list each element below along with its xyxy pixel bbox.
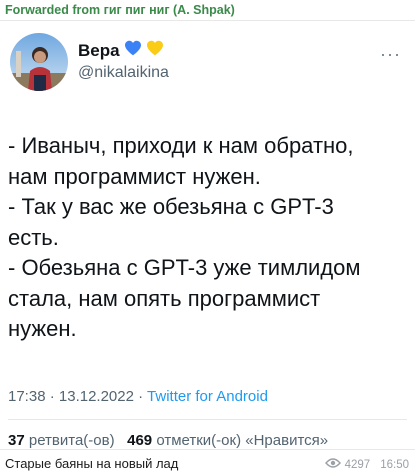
meta-separator: · (138, 388, 144, 405)
author-name[interactable]: Вера (78, 41, 120, 61)
likes-label: отметки(-ок) «Нравится» (156, 432, 329, 449)
message-time: 16:50 (380, 458, 409, 471)
author-name-row: Вера (78, 40, 164, 61)
tweet-stats: 37 ретвита(-ов) 469 отметки(-ок) «Нравит… (8, 432, 328, 449)
eye-icon (324, 458, 341, 471)
tweet-time: 17:38 (8, 388, 46, 405)
tweet-line: - Иваныч, приходи к нам обратно, (8, 133, 354, 158)
meta-separator: · (49, 388, 55, 405)
tweet-meta: 17:38 · 13.12.2022 · Twitter for Android (8, 388, 268, 405)
forwarded-from-header[interactable]: Forwarded from гиг пиг ниг (A. Shpak) (5, 3, 235, 17)
message-footer: 4297 16:50 (324, 458, 409, 471)
likes-stat[interactable]: 469 отметки(-ок) «Нравится» (127, 432, 328, 449)
likes-count: 469 (127, 432, 153, 449)
tweet-line: - Так у вас же обезьяна с GPT-3 (8, 194, 334, 219)
tweet-line: нам программист нужен. (8, 163, 261, 189)
tweet-line: - Обезьяна с GPT-3 уже тимлидом (8, 255, 361, 280)
tweet-text: - Иваныч, приходи к нам обратно, нам про… (8, 131, 410, 345)
tweet-date: 13.12.2022 (58, 388, 134, 405)
retweets-stat[interactable]: 37 ретвита(-ов) (8, 432, 115, 449)
tweet-line: нужен. (8, 316, 77, 341)
more-options-icon[interactable]: ··· (380, 45, 401, 63)
blue-heart-icon (124, 40, 142, 61)
tweet-source-link[interactable]: Twitter for Android (147, 388, 268, 405)
tweet-line: стала, нам опять программист (8, 285, 321, 311)
tweet-card[interactable]: Вера @nikalaikina ··· - Иваныч, приходи … (0, 20, 415, 450)
views-count: 4297 (344, 458, 371, 471)
avatar[interactable] (10, 33, 68, 91)
retweets-label: ретвита(-ов) (28, 432, 115, 449)
divider (8, 419, 407, 420)
author-handle[interactable]: @nikalaikina (78, 64, 169, 82)
retweets-count: 37 (8, 432, 25, 449)
message-caption: Старые баяны на новый лад (5, 456, 179, 471)
tweet-line: есть. (8, 224, 59, 250)
yellow-heart-icon (146, 40, 164, 61)
